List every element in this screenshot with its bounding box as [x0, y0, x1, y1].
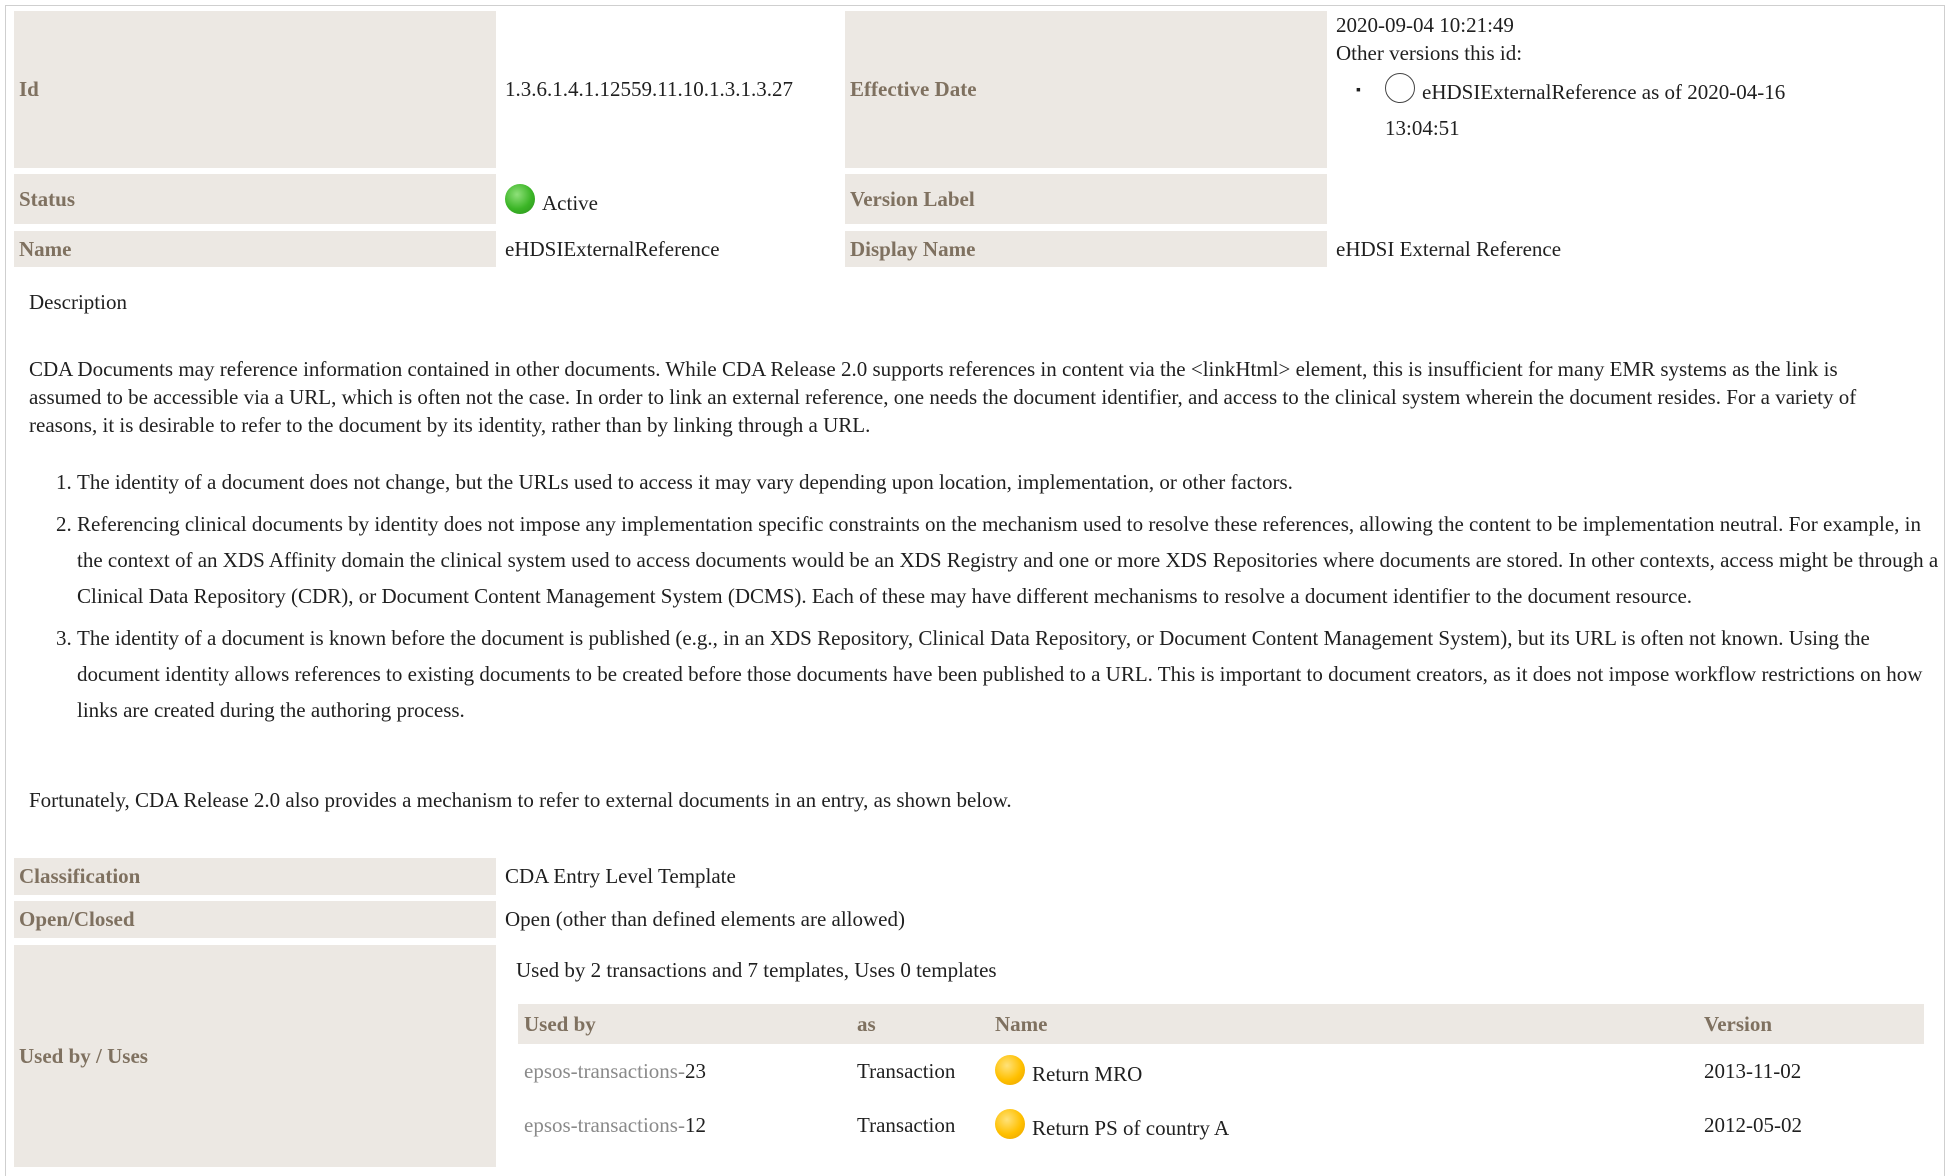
name-value: eHDSIExternalReference	[505, 236, 720, 261]
other-version-line2[interactable]: 13:04:51	[1385, 116, 1460, 140]
other-versions-label: Other versions this id:	[1336, 41, 1523, 65]
description-reasons-list: The identity of a document does not chan…	[29, 464, 1947, 734]
open-closed-label: Open/Closed	[14, 901, 496, 938]
version-cell: 2013-11-02	[1704, 1058, 1802, 1083]
list-item: Referencing clinical documents by identi…	[77, 506, 1947, 614]
as-cell: Transaction	[857, 1112, 956, 1137]
used-by-summary: Used by 2 transactions and 7 templates, …	[516, 958, 997, 982]
ref-number[interactable]: 12	[685, 1113, 706, 1137]
ref-prefix[interactable]: epsos-transactions-	[524, 1059, 685, 1083]
version-cell: 2012-05-02	[1704, 1112, 1802, 1137]
name-cell: Return MRO	[989, 1044, 1698, 1098]
open-closed-value: Open (other than defined elements are al…	[505, 907, 905, 931]
used-by-link[interactable]: epsos-transactions-23	[518, 1044, 851, 1098]
status-label: Status	[14, 174, 496, 224]
transaction-name: Return MRO	[1032, 1062, 1143, 1086]
pending-status-icon	[995, 1055, 1025, 1085]
classification-label: Classification	[14, 858, 496, 895]
name-label: Name	[14, 231, 496, 267]
ref-number[interactable]: 23	[685, 1059, 706, 1083]
col-as: as	[851, 1004, 989, 1044]
used-by-link[interactable]: epsos-transactions-12	[518, 1098, 851, 1152]
status-value: Active	[542, 190, 598, 215]
name-cell: Return PS of country A	[989, 1098, 1698, 1152]
list-item: The identity of a document is known befo…	[77, 620, 1947, 728]
col-name: Name	[989, 1004, 1698, 1044]
status-value-cell: Active	[505, 174, 845, 224]
usage-table: Used by as Name Version epsos-transactio…	[518, 1004, 1924, 1152]
ref-prefix[interactable]: epsos-transactions-	[524, 1113, 685, 1137]
table-row: epsos-transactions-23 Transaction Return…	[518, 1044, 1924, 1098]
description-label: Description	[29, 290, 127, 314]
version-status-icon	[1385, 73, 1415, 103]
table-row: epsos-transactions-12 Transaction Return…	[518, 1098, 1924, 1152]
used-by-label: Used by / Uses	[14, 945, 496, 1167]
col-version: Version	[1698, 1004, 1924, 1044]
id-value: 1.3.6.1.4.1.12559.11.10.1.3.1.3.27	[505, 77, 793, 101]
list-item: The identity of a document does not chan…	[77, 464, 1947, 500]
version-label-label: Version Label	[845, 174, 1327, 224]
classification-value: CDA Entry Level Template	[505, 864, 736, 888]
description-intro: CDA Documents may reference information …	[29, 357, 1857, 437]
col-used-by: Used by	[518, 1004, 851, 1044]
version-label-value	[1336, 174, 1836, 224]
as-cell: Transaction	[857, 1058, 956, 1083]
description-outro: Fortunately, CDA Release 2.0 also provid…	[29, 788, 1012, 812]
pending-status-icon	[995, 1109, 1025, 1139]
transaction-name: Return PS of country A	[1032, 1116, 1230, 1140]
other-version-item[interactable]: ▪ eHDSIExternalReference as of 2020-04-1…	[1336, 73, 1936, 146]
table-header-row: Used by as Name Version	[518, 1004, 1924, 1044]
id-label: Id	[14, 11, 496, 168]
effective-date-cell: 2020-09-04 10:21:49 Other versions this …	[1336, 11, 1936, 168]
effective-date-value: 2020-09-04 10:21:49	[1336, 13, 1514, 37]
display-name-label: Display Name	[845, 231, 1327, 267]
other-version-line1[interactable]: eHDSIExternalReference as of 2020-04-16	[1422, 80, 1785, 104]
bullet: ▪	[1356, 83, 1361, 98]
display-name-value: eHDSI External Reference	[1336, 236, 1562, 261]
effective-date-label: Effective Date	[845, 11, 1327, 168]
active-status-icon	[505, 184, 535, 214]
